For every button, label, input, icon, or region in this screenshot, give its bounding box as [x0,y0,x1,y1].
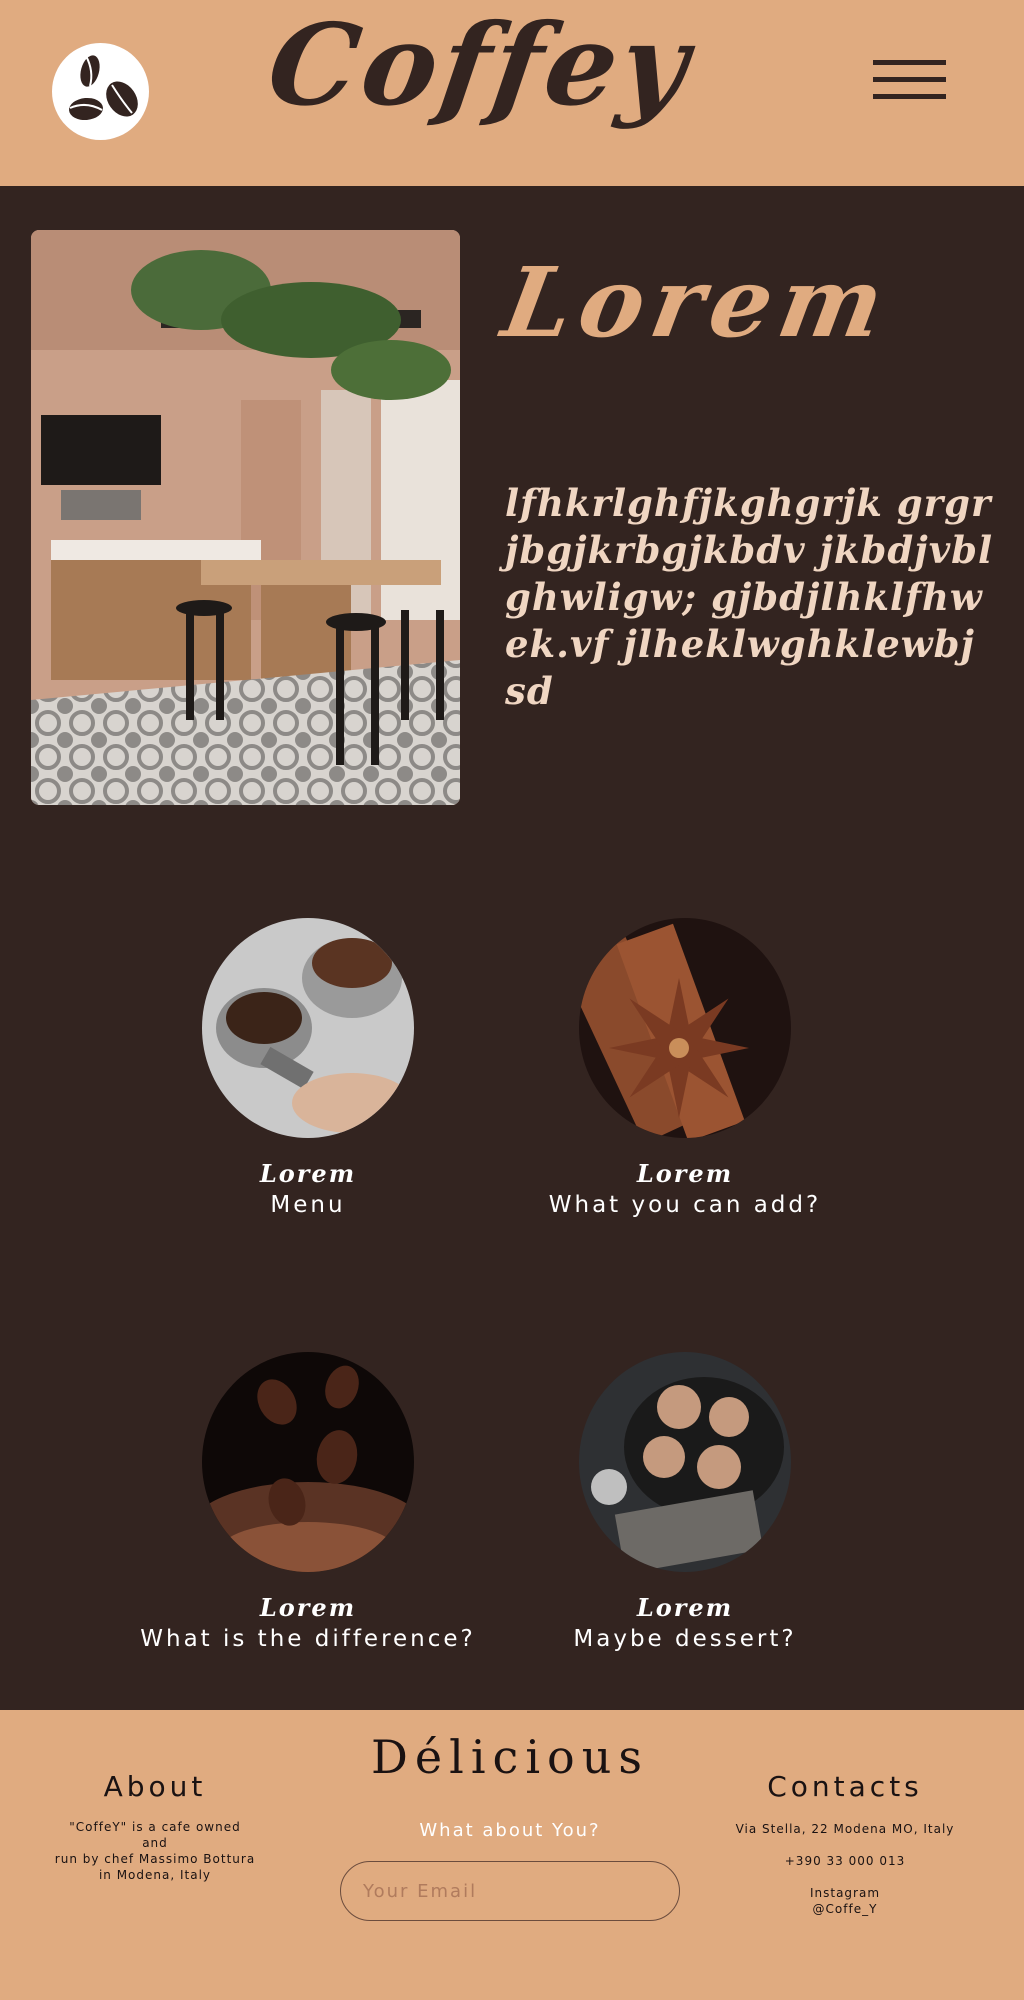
card-label: Lorem [259,1593,357,1622]
contact-phone[interactable]: +390 33 000 013 [720,1853,970,1869]
coffee-beans-icon[interactable] [52,43,149,140]
site-footer: Délicious About "CoffeY" is a cafe owned… [0,1710,1024,2000]
espresso-portafilters-image [202,918,414,1138]
brand-title[interactable]: Coffey [242,0,718,131]
card-additions[interactable]: Lorem What you can add? [495,918,875,1218]
hero-text: lfhkrlghfjkghgrjk grgrjbgjkrbgjkbdv jkbd… [505,481,994,713]
card-label: Lorem [259,1159,357,1188]
about-heading[interactable]: About [40,1770,270,1803]
card-label: Lorem [636,1593,734,1622]
card-caption[interactable]: What you can add? [495,1192,875,1218]
hamburger-menu-icon[interactable] [873,60,946,100]
cinnamon-star-anise-image [579,918,791,1138]
card-caption[interactable]: What is the difference? [118,1626,498,1652]
about-line: "CoffeY" is a cafe owned [69,1820,241,1834]
site-header: Coffey [0,0,1024,186]
about-line: in Modena, Italy [98,1868,212,1882]
contact-instagram-handle[interactable]: @Coffe_Y [720,1901,970,1917]
card-difference[interactable]: Lorem What is the difference? [118,1352,498,1652]
newsletter-section: What about You? [330,1820,690,1921]
card-caption[interactable]: Menu [118,1192,498,1218]
contacts-section: Contacts Via Stella, 22 Modena MO, Italy… [720,1770,970,1917]
contact-address: Via Stella, 22 Modena MO, Italy [735,1822,955,1836]
contacts-heading[interactable]: Contacts [720,1770,970,1803]
about-line: run by chef Massimo Bottura [54,1852,256,1866]
coffee-beans-image [202,1352,414,1572]
card-menu[interactable]: Lorem Menu [118,918,498,1218]
contact-instagram-label: Instagram [809,1886,881,1900]
newsletter-question: What about You? [419,1820,601,1841]
hero-title: Lorem [495,246,900,359]
about-line: and [142,1836,168,1850]
cafe-interior-image [31,230,460,805]
cinnamon-rolls-image [579,1352,791,1572]
card-caption[interactable]: Maybe dessert? [495,1626,875,1652]
footer-title: Délicious [371,1730,649,1784]
about-section: About "CoffeY" is a cafe owned and run b… [40,1770,270,1883]
card-dessert[interactable]: Lorem Maybe dessert? [495,1352,875,1652]
email-input[interactable] [340,1861,680,1921]
card-label: Lorem [636,1159,734,1188]
